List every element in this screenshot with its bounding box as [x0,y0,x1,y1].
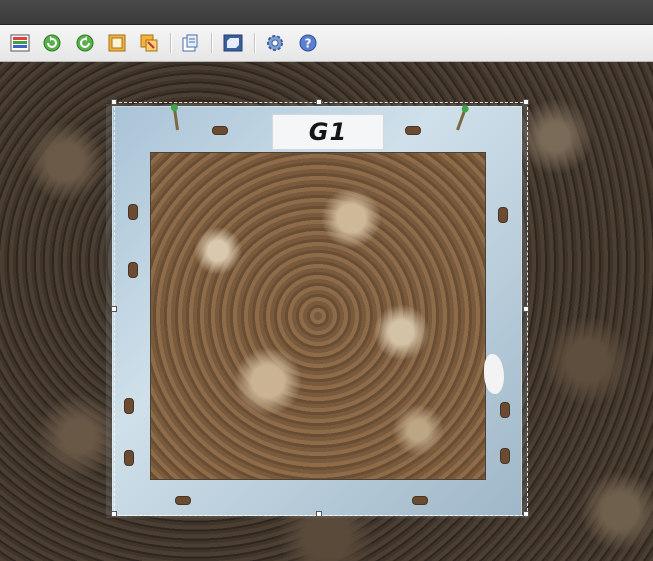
toolbar-separator [254,33,255,53]
svg-text:?: ? [305,37,312,51]
fit-to-window-icon [223,34,243,52]
resize-handle-top[interactable] [316,99,322,105]
toolbar: ? [0,25,653,62]
rotate-right-button[interactable] [73,31,97,55]
crop-icon [108,34,126,52]
resize-icon [140,34,158,52]
resize-handle-bottom[interactable] [316,511,322,517]
settings-button[interactable] [263,31,287,55]
rotate-left-button[interactable] [40,31,64,55]
resize-handle-bottom-left[interactable] [111,511,117,517]
resize-handle-top-right[interactable] [523,99,529,105]
image-canvas[interactable]: G1 [0,62,653,561]
properties-icon [182,34,198,52]
fit-to-window-button[interactable] [221,31,245,55]
crop-button[interactable] [105,31,129,55]
resize-handle-bottom-right[interactable] [523,511,529,517]
window-titlebar [0,0,653,25]
toolbar-separator [170,33,171,53]
help-icon: ? [299,34,317,52]
resize-handle-left[interactable] [111,306,117,312]
rotate-right-icon [76,34,94,52]
color-palette-button[interactable] [8,31,32,55]
help-button[interactable]: ? [296,31,320,55]
properties-button[interactable] [178,31,202,55]
gear-icon [267,35,283,51]
color-palette-icon [10,34,30,52]
resize-handle-right[interactable] [523,306,529,312]
toolbar-separator [211,33,212,53]
selection-rectangle[interactable] [114,102,528,516]
rotate-left-icon [43,34,61,52]
resize-button[interactable] [137,31,161,55]
resize-handle-top-left[interactable] [111,99,117,105]
